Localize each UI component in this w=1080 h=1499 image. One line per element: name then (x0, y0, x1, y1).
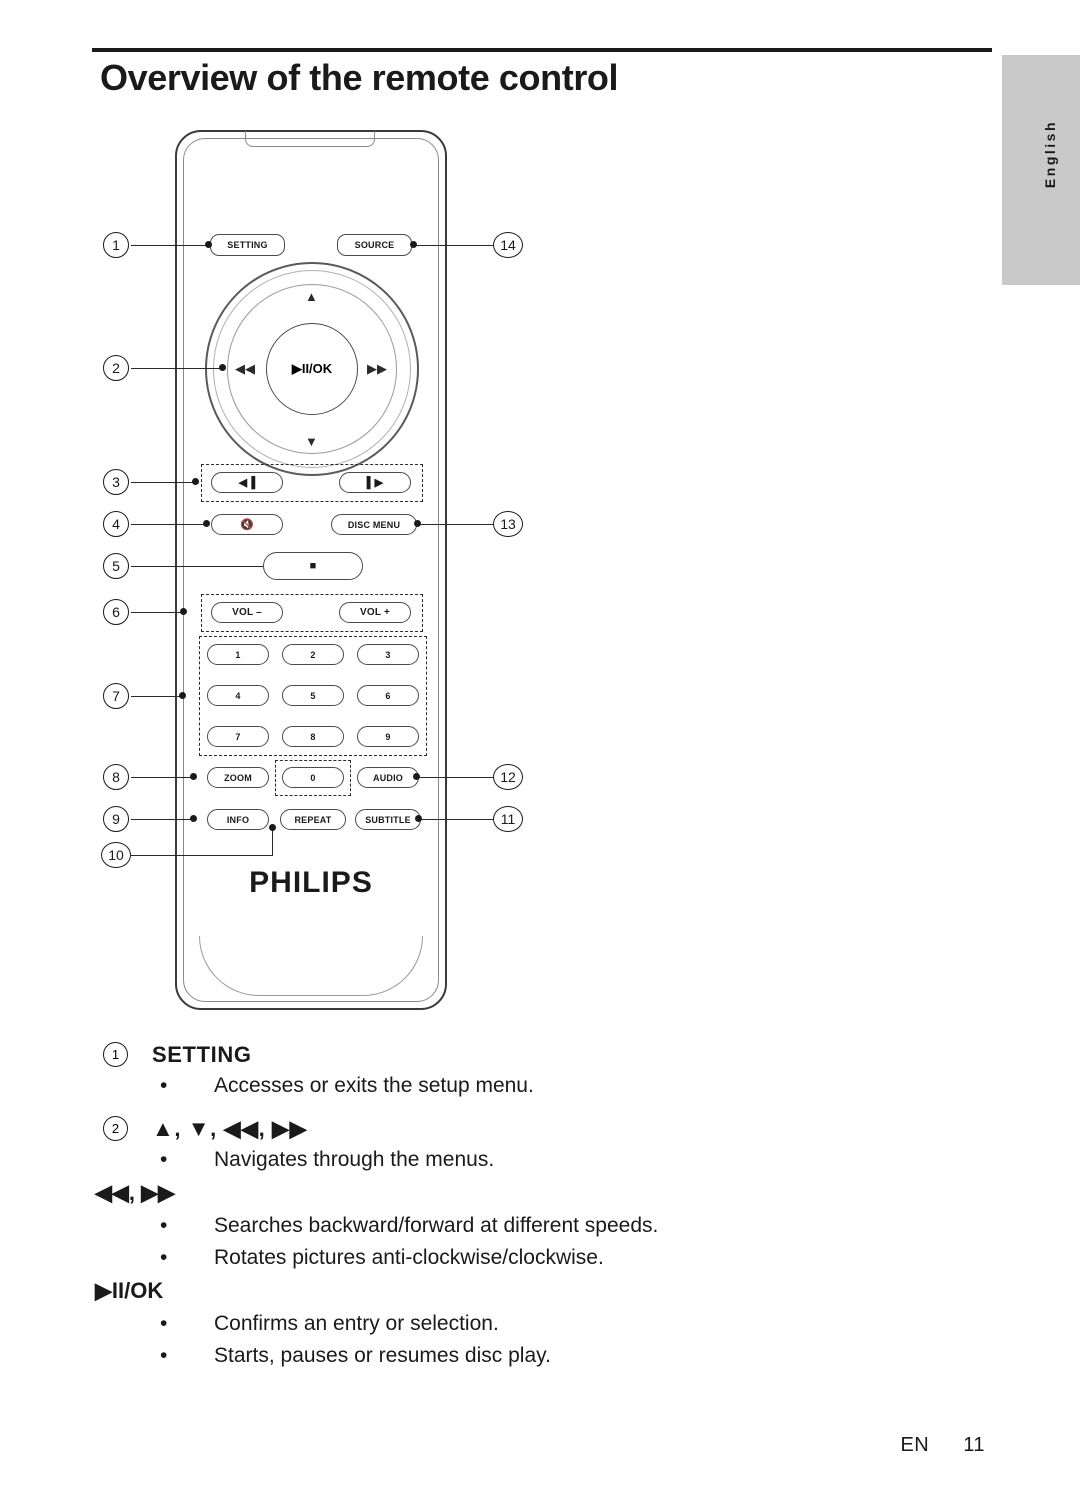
language-tab (1002, 55, 1080, 285)
leader-line-10-v (272, 830, 273, 856)
description-bullet: • Confirms an entry or selection. (152, 1308, 975, 1340)
description-callout-1: 1 (103, 1042, 128, 1067)
page-title: Overview of the remote control (100, 57, 619, 98)
rewind-icon[interactable]: ◀◀ (235, 362, 255, 375)
bullet-text: Rotates pictures anti-clockwise/clockwis… (214, 1246, 604, 1269)
leader-dot-14 (410, 241, 417, 248)
description-subheading-rewind-forward: ◀◀, ▶▶ (95, 1180, 175, 1205)
group-box-7 (199, 636, 427, 756)
remote-control-figure: SETTING SOURCE ▶II/OK ▲ ▼ ◀◀ ▶▶ ◀▐ ▌▶ 🔇 … (95, 110, 655, 1030)
description-subheading-play-pause-ok: ▶II/OK (95, 1278, 164, 1303)
leader-line-13 (420, 524, 503, 525)
leader-dot-11 (415, 815, 422, 822)
bullet-glyph: • (160, 1148, 168, 1171)
bullet-glyph: • (160, 1246, 168, 1269)
leader-line-11 (421, 819, 503, 820)
leader-line-2 (131, 368, 225, 369)
bullet-text: Navigates through the menus. (214, 1148, 495, 1171)
leader-line-6 (131, 612, 185, 613)
description-heading-1: SETTING (152, 1042, 252, 1067)
description-bullet: • Starts, pauses or resumes disc play. (152, 1340, 975, 1372)
button-info[interactable]: INFO (207, 809, 269, 830)
group-box-0-key (275, 760, 351, 796)
callout-5: 5 (103, 553, 129, 579)
button-source[interactable]: SOURCE (337, 234, 412, 256)
leader-dot-2 (219, 364, 226, 371)
callout-7: 7 (103, 683, 129, 709)
bullet-glyph: • (160, 1214, 168, 1237)
callout-8: 8 (103, 764, 129, 790)
leader-line-12 (419, 777, 503, 778)
leader-dot-7 (179, 692, 186, 699)
description-heading-2: ▲, ▼, ◀◀, ▶▶ (152, 1116, 308, 1141)
leader-dot-13 (414, 520, 421, 527)
ir-window (245, 131, 375, 147)
leader-dot-4 (203, 520, 210, 527)
footer-page-number: 11 (963, 1434, 985, 1456)
leader-dot-8 (190, 773, 197, 780)
callout-13: 13 (493, 511, 523, 537)
button-stop[interactable]: ■ (263, 552, 363, 580)
leader-dot-6 (180, 608, 187, 615)
group-box-3 (201, 464, 423, 502)
button-zoom[interactable]: ZOOM (207, 767, 269, 788)
philips-logo: PHILIPS (249, 866, 373, 899)
bullet-text: Searches backward/forward at different s… (214, 1214, 659, 1237)
button-repeat[interactable]: REPEAT (280, 809, 346, 830)
remote-bottom-curve (199, 936, 423, 996)
leader-line-8 (131, 777, 193, 778)
arrow-up-icon[interactable]: ▲ (305, 290, 318, 303)
leader-dot-10 (269, 824, 276, 831)
button-mute[interactable]: 🔇 (211, 514, 283, 535)
leader-dot-3 (192, 478, 199, 485)
callout-3: 3 (103, 469, 129, 495)
leader-line-5 (131, 566, 263, 567)
bullet-text: Accesses or exits the setup menu. (214, 1074, 534, 1097)
leader-dot-1 (205, 241, 212, 248)
description-bullet: • Accesses or exits the setup menu. (152, 1070, 975, 1102)
description-item-1: 1 SETTING • Accesses or exits the setup … (95, 1040, 975, 1102)
callout-9: 9 (103, 806, 129, 832)
callout-11: 11 (493, 806, 523, 832)
description-list: 1 SETTING • Accesses or exits the setup … (95, 1040, 975, 1374)
callout-12: 12 (493, 764, 523, 790)
description-item-2: 2 ▲, ▼, ◀◀, ▶▶ • Navigates through the m… (95, 1114, 975, 1372)
leader-line-3 (131, 482, 198, 483)
description-bullet: • Searches backward/forward at different… (152, 1210, 975, 1242)
callout-6: 6 (103, 599, 129, 625)
button-audio[interactable]: AUDIO (357, 767, 419, 788)
group-box-6 (201, 594, 423, 632)
leader-dot-9 (190, 815, 197, 822)
footer-language: EN (900, 1434, 930, 1456)
bullet-text: Confirms an entry or selection. (214, 1312, 499, 1335)
forward-icon[interactable]: ▶▶ (367, 362, 387, 375)
header-rule (92, 48, 992, 52)
button-disc-menu[interactable]: DISC MENU (331, 514, 417, 535)
arrow-down-icon[interactable]: ▼ (305, 435, 318, 448)
leader-line-10-h (131, 855, 273, 856)
callout-4: 4 (103, 511, 129, 537)
language-tab-label: English (1042, 120, 1058, 189)
bullet-glyph: • (160, 1074, 168, 1097)
bullet-glyph: • (160, 1312, 168, 1335)
leader-line-14 (415, 245, 503, 246)
callout-14: 14 (493, 232, 523, 258)
button-subtitle[interactable]: SUBTITLE (355, 809, 421, 830)
bullet-text: Starts, pauses or resumes disc play. (214, 1344, 551, 1367)
callout-1: 1 (103, 232, 129, 258)
button-play-pause-ok[interactable]: ▶II/OK (266, 323, 358, 415)
description-bullet: • Navigates through the menus. (152, 1144, 975, 1176)
leader-line-1 (131, 245, 208, 246)
description-callout-2: 2 (103, 1116, 128, 1141)
description-bullet: • Rotates pictures anti-clockwise/clockw… (152, 1242, 975, 1274)
callout-10: 10 (101, 842, 131, 868)
leader-dot-12 (413, 773, 420, 780)
bullet-glyph: • (160, 1344, 168, 1367)
page-footer: EN 11 (900, 1434, 985, 1457)
leader-line-7 (131, 696, 183, 697)
leader-line-4 (131, 524, 206, 525)
leader-line-9 (131, 819, 193, 820)
callout-2: 2 (103, 355, 129, 381)
button-setting[interactable]: SETTING (210, 234, 285, 256)
